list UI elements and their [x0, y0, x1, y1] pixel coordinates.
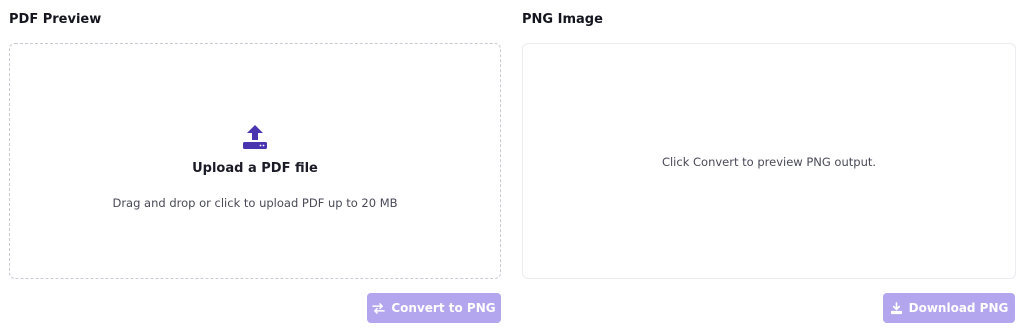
download-button-label: Download PNG: [908, 301, 1009, 315]
convert-to-png-button[interactable]: Convert to PNG: [367, 293, 501, 323]
png-preview-area: Click Convert to preview PNG output.: [522, 43, 1016, 279]
convert-button-label: Convert to PNG: [391, 301, 496, 315]
png-image-title: PNG Image: [522, 12, 603, 27]
download-png-button[interactable]: Download PNG: [883, 293, 1015, 323]
pdf-preview-title: PDF Preview: [9, 12, 102, 27]
upload-hint: Drag and drop or click to upload PDF up …: [112, 195, 398, 210]
upload-icon: [243, 124, 267, 149]
upload-title: Upload a PDF file: [192, 160, 318, 176]
pdf-upload-dropzone[interactable]: Upload a PDF file Drag and drop or click…: [9, 43, 501, 279]
swap-arrows-icon: [372, 302, 386, 314]
preview-placeholder-message: Click Convert to preview PNG output.: [661, 155, 877, 169]
download-icon: [890, 301, 902, 314]
